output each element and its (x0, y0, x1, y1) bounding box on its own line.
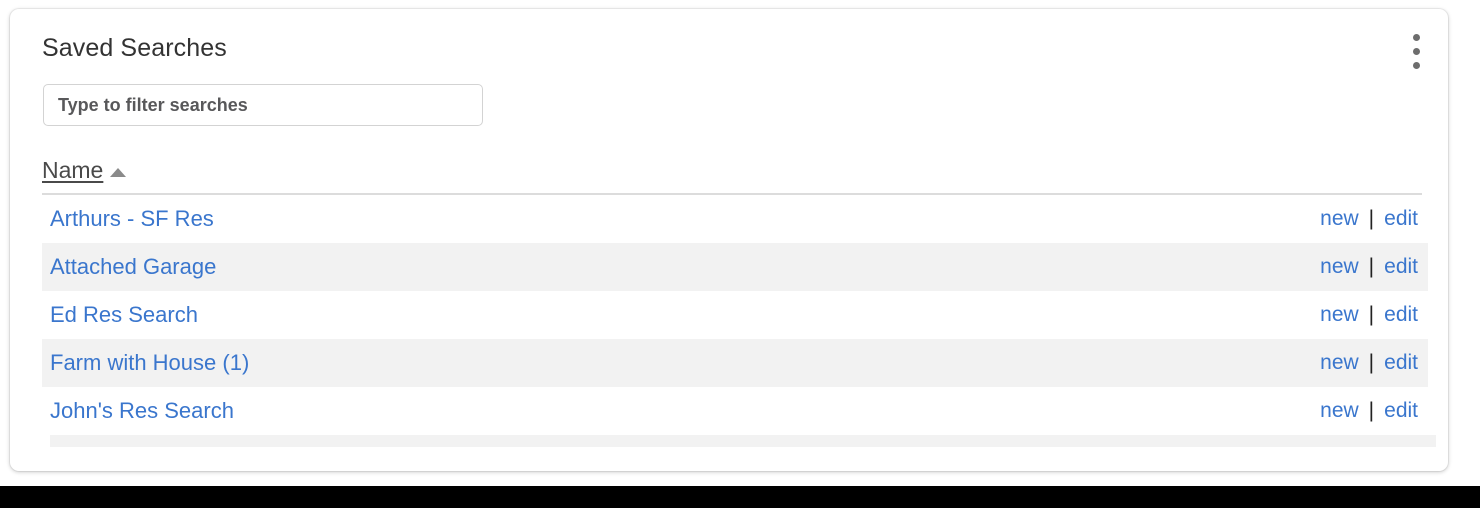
new-link[interactable]: new (1320, 399, 1359, 423)
table-row[interactable]: Arthurs - SF Res new | edit (42, 195, 1428, 243)
edit-link[interactable]: edit (1384, 303, 1418, 327)
saved-search-name-link[interactable]: Ed Res Search (50, 302, 198, 328)
table-header-row: Name (42, 157, 1422, 195)
table-row[interactable]: Attached Garage new | edit (42, 243, 1428, 291)
saved-search-name-link[interactable]: Attached Garage (50, 254, 216, 280)
kebab-dot (1412, 47, 1420, 55)
action-separator: | (1368, 255, 1375, 278)
row-actions: new | edit (1320, 303, 1418, 327)
edit-link[interactable]: edit (1384, 399, 1418, 423)
column-header-name-label: Name (42, 157, 104, 183)
saved-search-name-link[interactable]: John's Res Search (50, 398, 234, 424)
row-actions: new | edit (1320, 207, 1418, 231)
saved-searches-table: Name Arthurs - SF Res new | edit Attache… (42, 157, 1436, 447)
kebab-dot (1412, 61, 1420, 69)
table-row[interactable]: John's Res Search new | edit (42, 387, 1428, 435)
saved-search-name-link[interactable]: Farm with House (1) (50, 350, 249, 376)
action-separator: | (1368, 303, 1375, 326)
action-separator: | (1368, 351, 1375, 374)
edit-link[interactable]: edit (1384, 207, 1418, 231)
row-actions: new | edit (1320, 399, 1418, 423)
action-separator: | (1368, 207, 1375, 230)
kebab-dot (1412, 33, 1420, 41)
row-actions: new | edit (1320, 351, 1418, 375)
saved-search-name-link[interactable]: Arthurs - SF Res (50, 206, 214, 232)
new-link[interactable]: new (1320, 207, 1359, 231)
table-row-partial[interactable] (50, 435, 1436, 447)
saved-searches-panel: Saved Searches Name Arthurs - SF Res new… (10, 9, 1448, 471)
new-link[interactable]: new (1320, 351, 1359, 375)
table-row[interactable]: Farm with House (1) new | edit (42, 339, 1428, 387)
new-link[interactable]: new (1320, 255, 1359, 279)
page-title: Saved Searches (42, 34, 227, 62)
screen-bottom-letterbox (0, 486, 1480, 508)
table-row[interactable]: Ed Res Search new | edit (42, 291, 1428, 339)
sort-ascending-icon (110, 168, 127, 177)
edit-link[interactable]: edit (1384, 351, 1418, 375)
column-header-name[interactable]: Name (42, 157, 127, 188)
search-filter-input[interactable] (43, 84, 483, 126)
kebab-menu-icon[interactable] (1404, 29, 1428, 73)
row-actions: new | edit (1320, 255, 1418, 279)
edit-link[interactable]: edit (1384, 255, 1418, 279)
action-separator: | (1368, 399, 1375, 422)
new-link[interactable]: new (1320, 303, 1359, 327)
